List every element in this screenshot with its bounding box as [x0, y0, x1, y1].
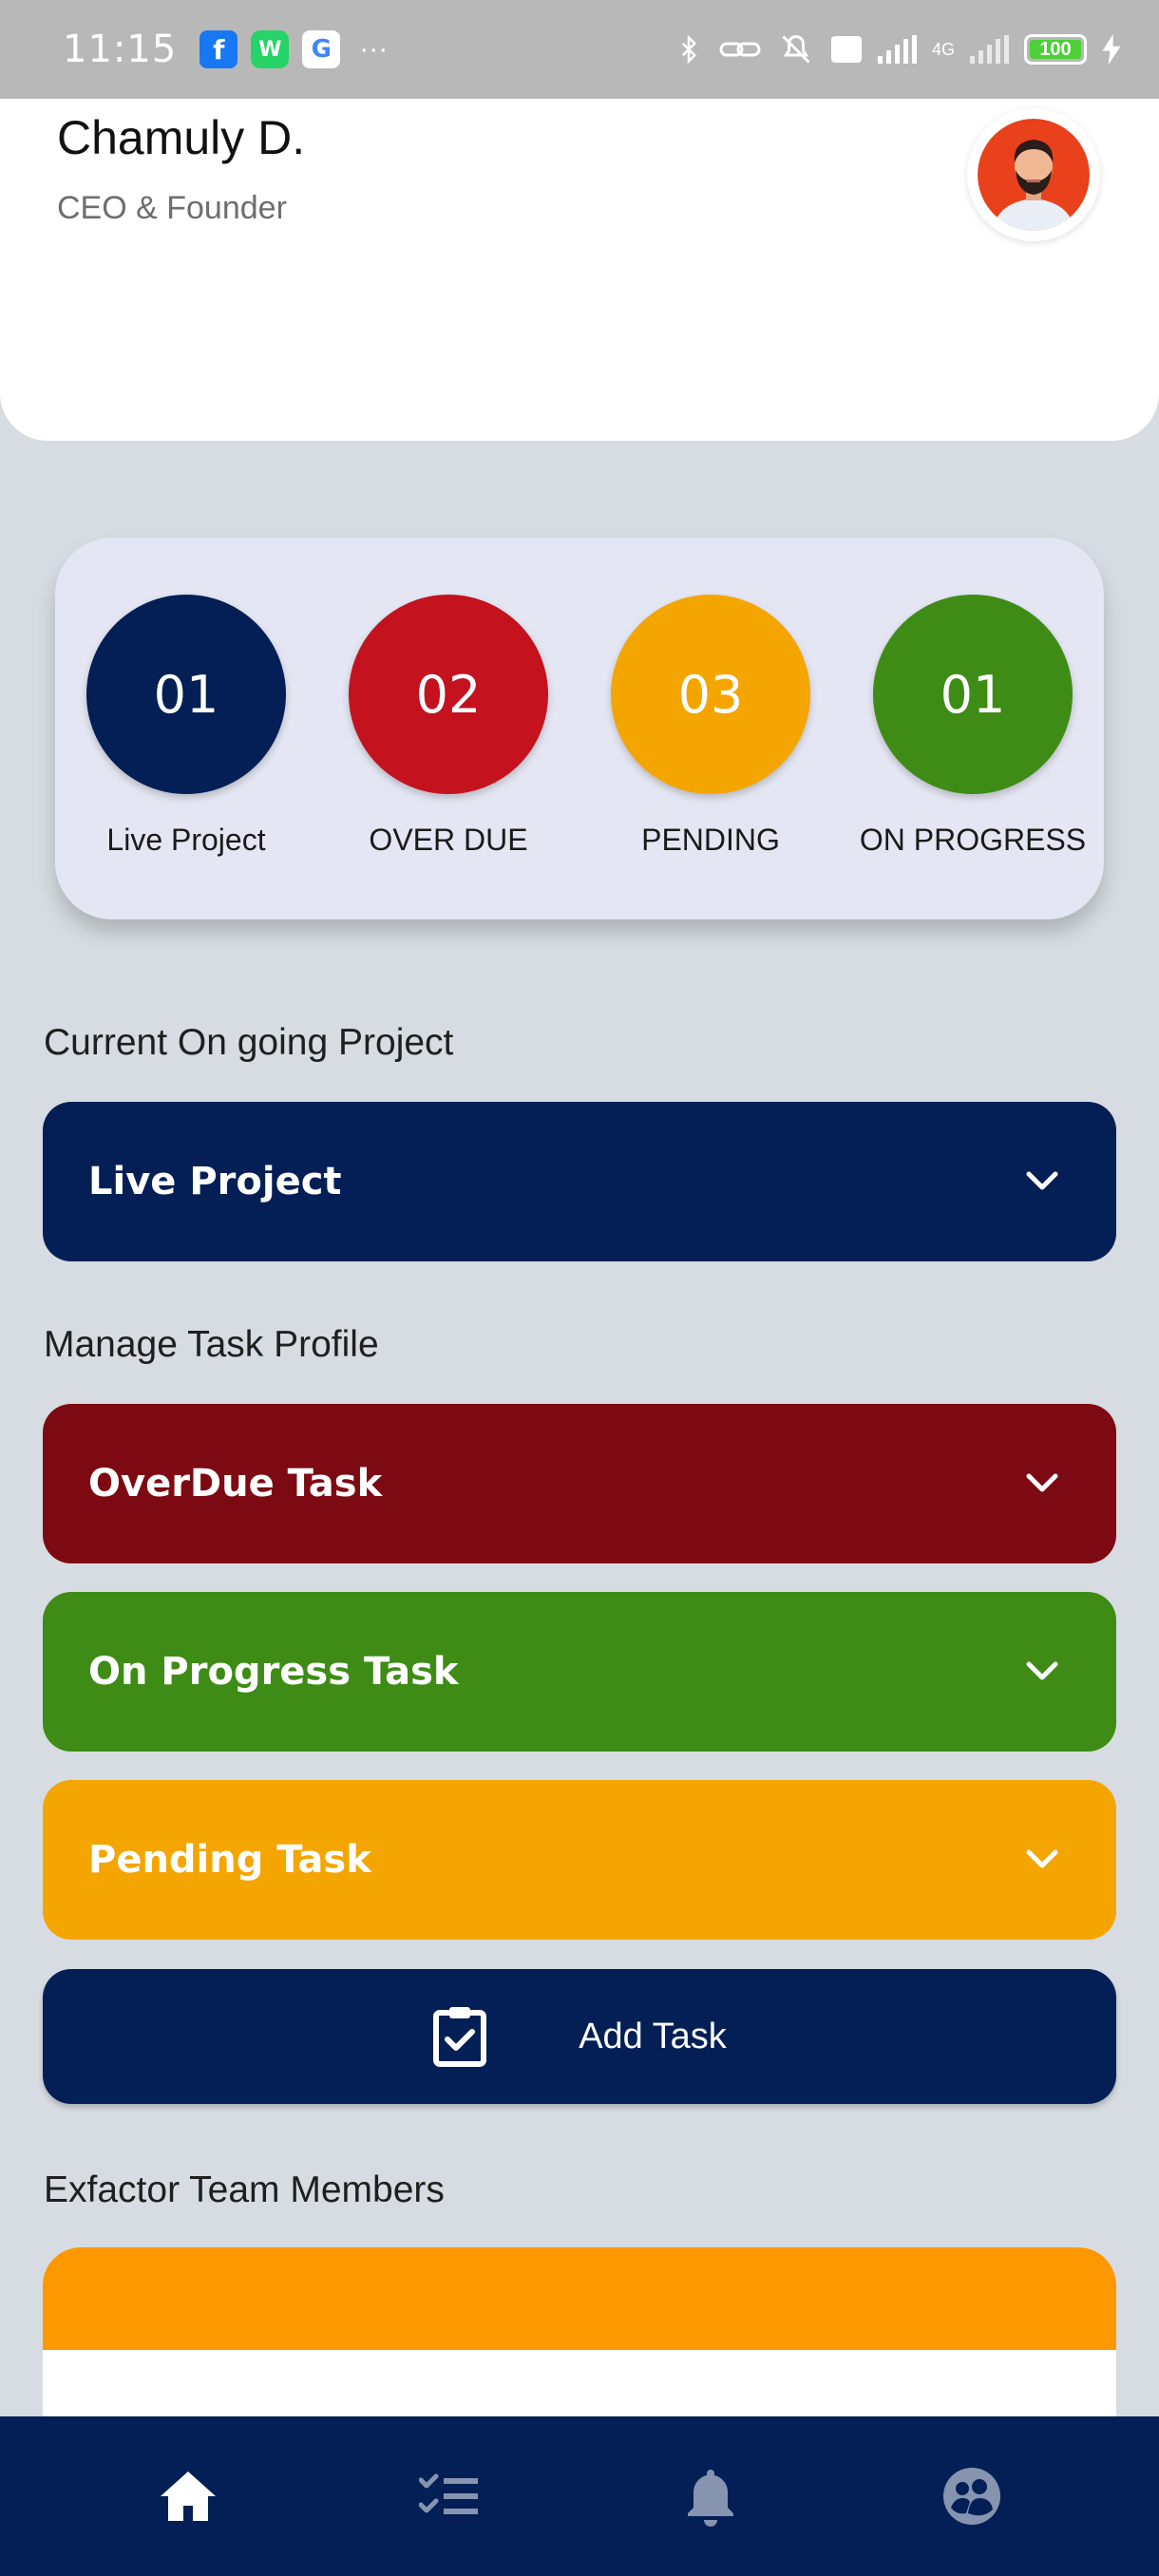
signal-2-icon — [970, 35, 1009, 64]
dropdown-label: Pending Task — [88, 1838, 371, 1882]
add-task-label: Add Task — [579, 2016, 727, 2056]
nav-notifications[interactable] — [654, 2439, 768, 2553]
status-time: 11:15 — [63, 28, 178, 71]
whatsapp-icon: W — [251, 30, 290, 68]
stat-live-project[interactable]: 01 Live Project — [55, 595, 317, 858]
status-bar: 11:15 f W G ··· 4G 100 — [0, 0, 1159, 99]
user-name: Chamuly D. — [57, 111, 306, 164]
bottom-navigation — [0, 2416, 1159, 2576]
stat-circle: 01 — [86, 595, 286, 794]
task-stats-card: 01 Live Project 02 OVER DUE 03 PENDING 0… — [55, 538, 1104, 919]
team-card-banner — [43, 2247, 1116, 2350]
on-progress-task-dropdown[interactable]: On Progress Task — [43, 1592, 1116, 1752]
link-icon — [719, 42, 761, 57]
clipboard-check-icon — [433, 2007, 487, 2067]
stat-on-progress[interactable]: 01 ON PROGRESS — [842, 595, 1104, 858]
chevron-down-icon — [1014, 1831, 1071, 1888]
stat-circle: 01 — [873, 595, 1073, 794]
stat-label: OVER DUE — [369, 823, 528, 857]
dropdown-label: On Progress Task — [88, 1650, 459, 1694]
chevron-down-icon — [1014, 1643, 1071, 1700]
mute-icon — [782, 34, 810, 64]
dropdown-label: Live Project — [88, 1160, 342, 1203]
status-notification-apps: f W G ··· — [200, 30, 388, 68]
google-icon: G — [302, 30, 341, 68]
network-type: 4G — [931, 39, 955, 59]
battery-icon: 100 — [1024, 34, 1087, 65]
user-avatar-icon — [978, 119, 1090, 231]
battery-level: 100 — [1039, 38, 1072, 60]
avatar[interactable] — [967, 108, 1100, 241]
stat-label: PENDING — [641, 823, 780, 857]
section-title-manage-task: Manage Task Profile — [44, 1324, 379, 1365]
checklist-icon — [418, 2473, 478, 2514]
stat-pending[interactable]: 03 PENDING — [580, 595, 842, 858]
chevron-down-icon — [1014, 1153, 1071, 1210]
nav-home[interactable] — [131, 2439, 245, 2553]
nav-team[interactable] — [915, 2439, 1029, 2553]
more-notifications-icon: ··· — [359, 33, 389, 65]
volte-icon — [830, 36, 862, 63]
home-icon — [160, 2472, 216, 2521]
bell-icon — [687, 2470, 733, 2527]
stat-label: ON PROGRESS — [859, 823, 1087, 857]
stat-circle: 03 — [611, 595, 810, 794]
section-title-current-project: Current On going Project — [44, 1022, 454, 1063]
nav-tasks[interactable] — [392, 2439, 506, 2553]
team-icon — [942, 2468, 1000, 2525]
charging-icon — [1102, 34, 1121, 65]
facebook-icon: f — [200, 30, 238, 68]
live-project-dropdown[interactable]: Live Project — [43, 1102, 1116, 1261]
user-role: CEO & Founder — [57, 190, 287, 226]
section-title-team-members: Exfactor Team Members — [44, 2169, 445, 2210]
stat-over-due[interactable]: 02 OVER DUE — [317, 595, 580, 858]
stat-circle: 02 — [349, 595, 548, 794]
chevron-down-icon — [1014, 1455, 1071, 1512]
overdue-task-dropdown[interactable]: OverDue Task — [43, 1404, 1116, 1563]
pending-task-dropdown[interactable]: Pending Task — [43, 1780, 1116, 1940]
signal-icon — [877, 35, 917, 64]
dropdown-label: OverDue Task — [88, 1462, 383, 1506]
status-system-icons: 4G 100 — [674, 32, 1121, 66]
bluetooth-icon — [681, 34, 697, 65]
stat-label: Live Project — [106, 823, 266, 857]
add-task-button[interactable]: Add Task — [43, 1969, 1116, 2104]
